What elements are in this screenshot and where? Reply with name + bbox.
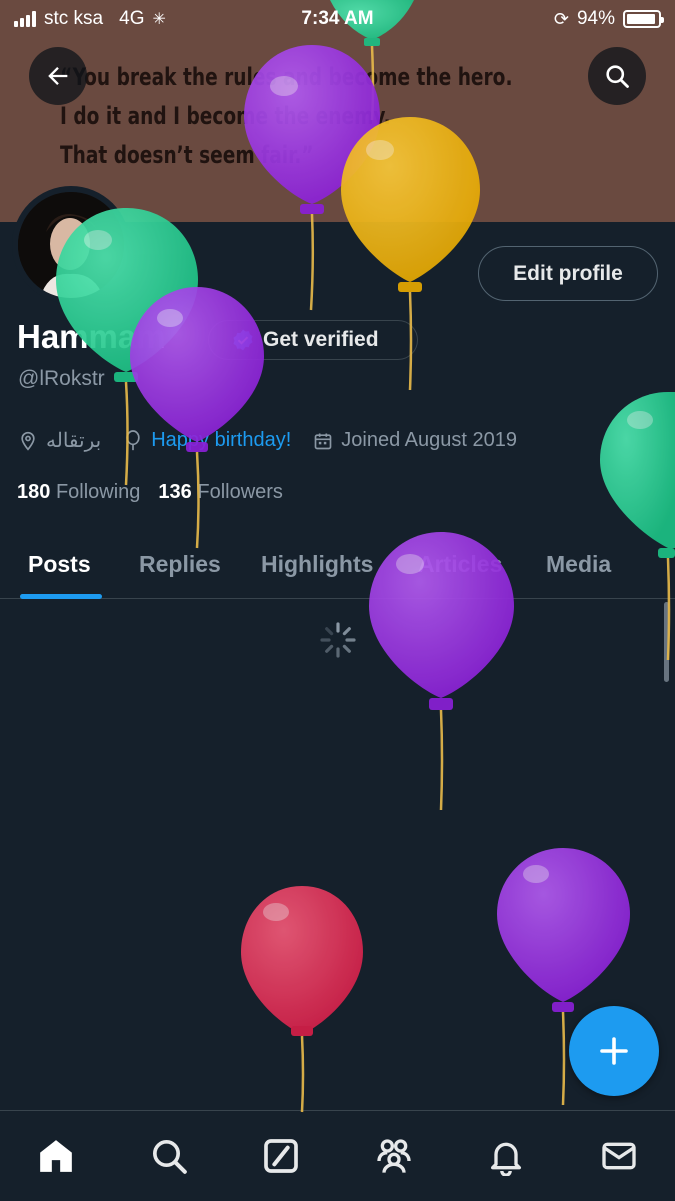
followers-link[interactable]: 136 Followers <box>158 481 283 504</box>
active-tab-indicator <box>20 594 102 599</box>
banner-quote-line: I do it and I become the enemy. <box>60 102 391 130</box>
avatar[interactable] <box>12 186 130 304</box>
home-icon <box>40 1140 73 1172</box>
search-button[interactable] <box>588 47 646 105</box>
nav-notifications[interactable] <box>476 1126 536 1186</box>
followers-label: Followers <box>197 481 283 503</box>
edit-profile-button[interactable]: Edit profile <box>478 246 658 301</box>
banner-quote-line: That doesn’t seem fair.” <box>60 141 314 169</box>
tab-highlights[interactable]: Highlights <box>261 530 373 598</box>
plus-icon <box>600 1037 628 1065</box>
get-verified-label: Get verified <box>263 328 379 351</box>
following-label: Following <box>55 481 141 503</box>
bottom-navigation <box>0 1110 675 1201</box>
followers-count: 136 <box>158 481 192 503</box>
search-icon <box>152 1140 187 1174</box>
birthday-label[interactable]: Happy birthday! <box>151 429 291 452</box>
scrollbar[interactable] <box>664 602 669 682</box>
location: برتقاله <box>18 428 101 453</box>
profile-meta: برتقاله Happy birthday! Joined August 20… <box>18 428 539 453</box>
battery-percent: 94% <box>576 8 615 29</box>
verified-badge-icon <box>233 329 253 351</box>
avatar-photo <box>18 192 124 298</box>
compose-post-button[interactable] <box>569 1006 659 1096</box>
clock: 7:34 AM <box>301 8 374 29</box>
balloon-red <box>241 886 363 1113</box>
nav-home[interactable] <box>26 1126 86 1186</box>
search-icon <box>606 65 629 88</box>
nav-communities[interactable] <box>364 1126 424 1186</box>
calendar-icon <box>314 433 332 449</box>
loading-spinner-icon: ✳ <box>152 11 166 28</box>
network-label: 4G <box>119 8 145 29</box>
birthday[interactable]: Happy birthday! <box>123 429 291 452</box>
balloon-icon <box>126 429 140 450</box>
follow-stats: 180 Following 136 Followers <box>17 481 283 504</box>
join-date-label: Joined August 2019 <box>341 429 517 451</box>
location-pin-icon <box>21 431 35 451</box>
status-bar: stc ksa 4G ✳ 7:34 AM ⟳ 94% <box>0 0 675 38</box>
notifications-icon <box>491 1142 522 1176</box>
tab-posts[interactable]: Posts <box>28 530 91 598</box>
following-link[interactable]: 180 Following <box>17 481 140 504</box>
tab-media[interactable]: Media <box>546 530 611 598</box>
nav-messages[interactable] <box>589 1126 649 1186</box>
join-date: Joined August 2019 <box>313 429 517 452</box>
loading-spinner-icon <box>320 622 356 658</box>
nav-search[interactable] <box>139 1126 199 1186</box>
back-button[interactable] <box>29 47 87 105</box>
back-arrow-icon <box>48 67 68 85</box>
nav-grok[interactable] <box>251 1126 311 1186</box>
carrier-label: stc ksa <box>44 8 104 29</box>
get-verified-button[interactable]: Get verified <box>208 320 418 360</box>
user-handle: @lRokstr <box>18 367 105 390</box>
grok-icon <box>264 1139 299 1173</box>
banner-quote-line: “You break the rules and become the hero… <box>60 63 513 91</box>
communities-icon <box>377 1139 411 1173</box>
banner-quote: “You break the rules and become the hero… <box>60 58 513 175</box>
tab-articles[interactable]: Articles <box>418 530 502 598</box>
messages-icon <box>602 1142 636 1170</box>
display-name: Hammam <box>17 318 166 355</box>
location-label: برتقاله <box>46 430 102 452</box>
battery-icon <box>623 10 664 28</box>
signal-icon <box>14 11 36 27</box>
orientation-lock-icon: ⟳ <box>553 8 569 29</box>
tab-replies[interactable]: Replies <box>139 530 221 598</box>
profile-tabs: Posts Replies Highlights Articles Media <box>0 530 675 599</box>
following-count: 180 <box>17 481 51 503</box>
